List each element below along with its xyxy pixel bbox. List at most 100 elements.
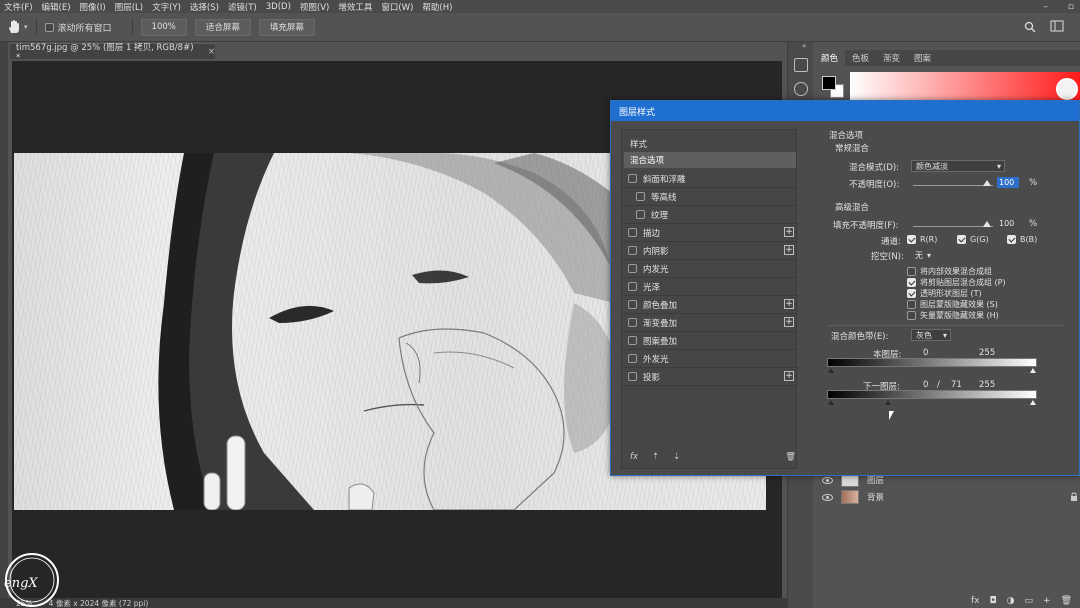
scroll-all-windows[interactable]: 滚动所有窗口 — [44, 21, 112, 34]
layer-mask-hides-effects[interactable]: 图层蒙版隐藏效果 (S) — [907, 299, 998, 310]
blend-clipped-checkbox[interactable] — [907, 278, 916, 287]
move-down-icon[interactable]: ⇣ — [673, 452, 680, 462]
style-item-stroke[interactable]: 描边 + — [622, 224, 798, 242]
opacity-input[interactable]: 100 — [997, 177, 1019, 188]
foreground-background-swatch[interactable] — [822, 76, 844, 98]
style-checkbox[interactable] — [628, 264, 637, 273]
blend-interior-effects[interactable]: 将内部效果混合成组 — [907, 266, 992, 277]
restore-button[interactable]: ▫ — [1068, 2, 1074, 12]
style-item-satin[interactable]: 光泽 — [622, 278, 798, 296]
transparency-shapes-layer[interactable]: 透明形状图层 (T) — [907, 288, 982, 299]
style-checkbox[interactable] — [628, 246, 637, 255]
add-style-plus-icon[interactable]: + — [784, 245, 794, 255]
visibility-eye-icon[interactable] — [822, 493, 833, 501]
document-tab[interactable]: tim567g.jpg @ 25% (图层 1 拷贝, RGB/8#) * × — [10, 43, 215, 63]
document-close-icon[interactable]: × — [208, 47, 215, 57]
styles-header[interactable]: 样式 — [630, 138, 647, 150]
menu-plugins[interactable]: 增效工具 — [338, 1, 372, 13]
trash-icon[interactable]: 🗑 — [785, 452, 796, 462]
tab-gradients[interactable]: 渐变 — [876, 50, 907, 66]
knockout-select[interactable]: 无 ▾ — [911, 249, 937, 261]
transparency-shapes-checkbox[interactable] — [907, 289, 916, 298]
add-style-plus-icon[interactable]: + — [784, 371, 794, 381]
history-icon[interactable] — [794, 58, 808, 72]
delete-layer-icon[interactable]: 🗑 — [1061, 596, 1072, 606]
style-item-gradient-overlay[interactable]: 渐变叠加 + — [622, 314, 798, 332]
tab-swatches[interactable]: 色板 — [845, 50, 876, 66]
add-style-plus-icon[interactable]: + — [784, 317, 794, 327]
channel-b-checkbox[interactable] — [1007, 235, 1016, 244]
new-group-icon[interactable]: ▭ — [1025, 596, 1034, 606]
fill-opacity-slider[interactable] — [913, 226, 993, 227]
add-mask-icon[interactable]: ◘ — [990, 596, 997, 606]
move-up-icon[interactable]: ⇡ — [652, 452, 659, 462]
style-checkbox[interactable] — [628, 336, 637, 345]
foreground-color-swatch[interactable] — [822, 76, 836, 90]
underlying-white-slider[interactable] — [1030, 400, 1036, 405]
opacity-slider[interactable] — [913, 185, 993, 186]
menu-view[interactable]: 视图(V) — [300, 1, 329, 13]
style-checkbox[interactable] — [628, 300, 637, 309]
style-checkbox[interactable] — [628, 372, 637, 381]
fill-screen-button[interactable]: 填充屏幕 — [258, 18, 315, 36]
menu-type[interactable]: 文字(Y) — [152, 1, 181, 13]
channel-b[interactable]: B(B) — [1007, 235, 1037, 244]
zoom-100-button[interactable]: 100% — [140, 18, 187, 36]
workspace-icon[interactable] — [1050, 20, 1064, 35]
channel-g-checkbox[interactable] — [957, 235, 966, 244]
fill-opacity-slider-knob[interactable] — [983, 221, 991, 227]
menu-filter[interactable]: 滤镜(T) — [228, 1, 257, 13]
style-checkbox[interactable] — [628, 228, 637, 237]
menu-layer[interactable]: 图层(L) — [115, 1, 143, 13]
opacity-slider-knob[interactable] — [983, 180, 991, 186]
menu-select[interactable]: 选择(S) — [190, 1, 219, 13]
add-style-plus-icon[interactable]: + — [784, 299, 794, 309]
vector-mask-hides-effects[interactable]: 矢量蒙版隐藏效果 (H) — [907, 310, 999, 321]
tool-preset-chevron-icon[interactable]: ▾ — [24, 23, 28, 31]
tab-patterns[interactable]: 图案 — [907, 50, 938, 66]
minimize-button[interactable]: – — [1043, 2, 1048, 12]
style-item-outer-glow[interactable]: 外发光 — [622, 350, 798, 368]
add-style-plus-icon[interactable]: + — [784, 227, 794, 237]
style-item-texture[interactable]: 纹理 — [622, 206, 798, 224]
new-layer-icon[interactable]: + — [1043, 596, 1051, 606]
lock-icon[interactable] — [1070, 492, 1078, 505]
style-checkbox[interactable] — [636, 210, 645, 219]
adjustment-layer-icon[interactable]: ◑ — [1007, 596, 1015, 606]
dialog-title-bar[interactable]: 图层样式 — [611, 101, 1079, 121]
menu-edit[interactable]: 编辑(E) — [42, 1, 71, 13]
style-item-pattern-overlay[interactable]: 图案叠加 — [622, 332, 798, 350]
style-item-inner-glow[interactable]: 内发光 — [622, 260, 798, 278]
style-checkbox[interactable] — [628, 354, 637, 363]
layer-row-background[interactable]: 背景 — [814, 487, 1080, 507]
menu-window[interactable]: 窗口(W) — [381, 1, 413, 13]
color-picker-handle[interactable] — [1056, 78, 1078, 100]
fill-opacity-input[interactable]: 100 — [999, 218, 1021, 229]
left-toolbar[interactable] — [0, 42, 8, 608]
style-checkbox[interactable] — [636, 192, 645, 201]
vector-mask-hides-checkbox[interactable] — [907, 311, 916, 320]
underlying-black-slider-left[interactable] — [828, 400, 834, 405]
style-item-contour[interactable]: 等高线 — [622, 188, 798, 206]
channel-r[interactable]: R(R) — [907, 235, 937, 244]
fx-icon[interactable]: fx — [630, 452, 638, 462]
style-item-color-overlay[interactable]: 颜色叠加 + — [622, 296, 798, 314]
style-item-bevel[interactable]: 斜面和浮雕 — [622, 170, 798, 188]
menu-3d[interactable]: 3D(D) — [266, 2, 291, 12]
menu-help[interactable]: 帮助(H) — [422, 1, 452, 13]
adjust-icon[interactable] — [794, 82, 808, 96]
collapse-panels-icon[interactable]: « — [802, 42, 806, 50]
layer-fx-icon[interactable]: fx — [971, 596, 980, 606]
layer-name[interactable]: 背景 — [867, 491, 884, 503]
channel-r-checkbox[interactable] — [907, 235, 916, 244]
menu-file[interactable]: 文件(F) — [4, 1, 33, 13]
blend-interior-checkbox[interactable] — [907, 267, 916, 276]
menu-image[interactable]: 图像(I) — [80, 1, 106, 13]
blending-options-item[interactable]: 混合选项 — [624, 152, 796, 168]
layer-mask-hides-checkbox[interactable] — [907, 300, 916, 309]
channel-g[interactable]: G(G) — [957, 235, 989, 244]
style-checkbox[interactable] — [628, 318, 637, 327]
hand-tool-icon[interactable] — [6, 19, 22, 35]
fit-screen-button[interactable]: 适合屏幕 — [194, 18, 251, 36]
this-layer-black-slider[interactable] — [828, 368, 834, 373]
